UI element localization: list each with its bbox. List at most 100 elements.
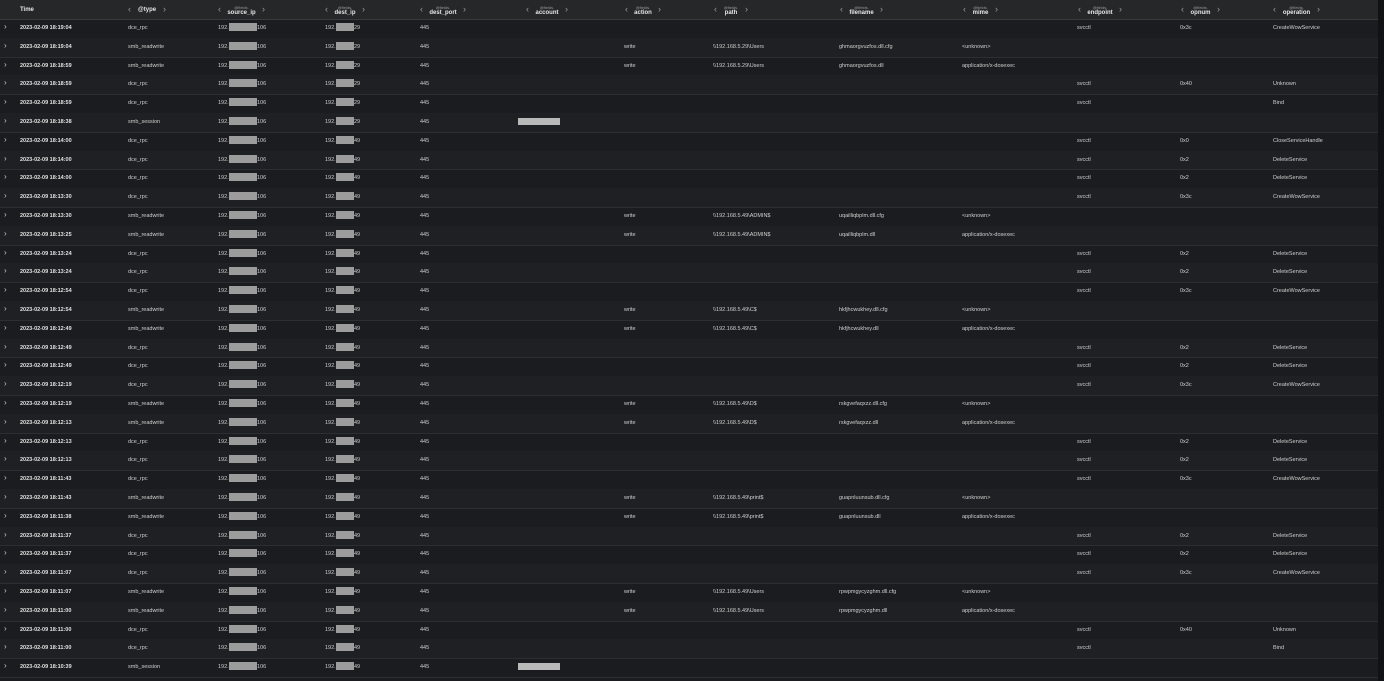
expand-row-icon[interactable]: › bbox=[4, 361, 7, 369]
table-row[interactable]: › 2023-02-09 18:13:25 smb_readwrite 445 writ… bbox=[0, 225, 1378, 246]
expand-row-icon[interactable]: › bbox=[4, 605, 7, 614]
column-header-operation[interactable]: ‹ › @fields. operation bbox=[1273, 0, 1320, 19]
table-row[interactable]: › 2023-02-09 18:18:38 smb_session 445 192. 10… bbox=[0, 113, 1378, 133]
column-header-dest_port[interactable]: ‹ › @fields. dest_port bbox=[420, 0, 466, 19]
table-row[interactable]: › 2023-02-09 18:11:00 dce_rpc 445 svcctl 0x40… bbox=[0, 621, 1378, 641]
table-row[interactable]: › 2023-02-09 18:12:19 smb_readwrite 445 writ… bbox=[0, 395, 1378, 415]
expand-row-icon[interactable]: › bbox=[4, 493, 7, 501]
table-row[interactable]: › 2023-02-09 18:13:24 dce_rpc 445 svcctl 0x2 D… bbox=[0, 263, 1378, 284]
table-row[interactable]: › 2023-02-09 18:12:13 dce_rpc 445 svcctl 0x2 D… bbox=[0, 433, 1378, 453]
cell-operation: DeleteService bbox=[1273, 457, 1308, 464]
expand-row-icon[interactable]: › bbox=[4, 286, 7, 294]
column-header-endpoint[interactable]: ‹ › @fields. endpoint bbox=[1078, 0, 1122, 19]
expand-row-icon[interactable]: › bbox=[4, 643, 7, 651]
expand-row-icon[interactable]: › bbox=[4, 79, 7, 87]
table-row[interactable]: › 2023-02-09 18:11:38 smb_readwrite 445 writ… bbox=[0, 508, 1378, 528]
column-header-source_ip[interactable]: ‹ › @fields. source_ip bbox=[218, 0, 265, 19]
expand-row-icon[interactable]: › bbox=[4, 568, 7, 576]
table-row[interactable]: › 2023-02-09 18:11:07 smb_readwrite 445 writ… bbox=[0, 583, 1378, 603]
column-header-action[interactable]: ‹ › @fields. action bbox=[625, 0, 661, 19]
vertical-scrollbar[interactable] bbox=[1378, 0, 1384, 681]
table-row[interactable]: › 2023-02-09 18:18:59 dce_rpc 445 svcctl 0x40… bbox=[0, 75, 1378, 96]
table-row[interactable]: › 2023-02-09 18:10:39 smb_session 445 192. 10… bbox=[0, 658, 1378, 678]
expand-row-icon[interactable]: › bbox=[4, 399, 7, 407]
source-ip-prefix: 192. bbox=[218, 645, 229, 652]
expand-row-icon[interactable]: › bbox=[4, 624, 7, 633]
expand-row-icon[interactable]: › bbox=[4, 474, 7, 482]
table-row[interactable]: › 2023-02-09 18:12:49 dce_rpc 445 svcctl 0x2 D… bbox=[0, 357, 1378, 378]
table-row[interactable]: › 2023-02-09 18:11:43 smb_readwrite 445 writ… bbox=[0, 489, 1378, 509]
expand-row-icon[interactable]: › bbox=[4, 342, 7, 351]
expand-row-icon[interactable]: › bbox=[4, 117, 7, 125]
table-row[interactable]: › 2023-02-09 18:19:04 dce_rpc 445 svcctl 0x3c… bbox=[0, 19, 1378, 39]
expand-row-icon[interactable]: › bbox=[4, 549, 7, 557]
expand-row-icon[interactable]: › bbox=[4, 511, 7, 520]
column-header-mime[interactable]: ‹ › @fields. mime bbox=[963, 0, 998, 19]
cell-time: 2023-02-09 18:14:00 bbox=[20, 137, 72, 144]
dest-ip-prefix: 192. bbox=[325, 81, 336, 88]
expand-row-icon[interactable]: › bbox=[4, 248, 7, 257]
expand-row-icon[interactable]: › bbox=[4, 192, 7, 200]
table-row[interactable]: › 2023-02-09 18:11:00 smb_readwrite 445 writ… bbox=[0, 601, 1378, 622]
expand-row-icon[interactable]: › bbox=[4, 455, 7, 463]
redaction-block bbox=[336, 323, 354, 332]
table-row[interactable]: › 2023-02-09 18:14:00 dce_rpc 445 svcctl 0x0 C… bbox=[0, 132, 1378, 152]
redaction-block bbox=[336, 643, 354, 652]
table-row[interactable]: › 2023-02-09 18:18:59 dce_rpc 445 svcctl Bind… bbox=[0, 94, 1378, 114]
cell-operation: DeleteService bbox=[1273, 156, 1308, 163]
cell-endpoint: svcctl bbox=[1077, 194, 1091, 201]
table-row[interactable]: › 2023-02-09 18:13:24 dce_rpc 445 svcctl 0x2 D… bbox=[0, 245, 1378, 265]
expand-row-icon[interactable]: › bbox=[4, 135, 7, 144]
source-ip-prefix: 192. bbox=[218, 607, 229, 614]
expand-row-icon[interactable]: › bbox=[4, 305, 7, 313]
table-row[interactable]: › 2023-02-09 18:19:04 smb_readwrite 445 writ… bbox=[0, 37, 1378, 58]
expand-row-icon[interactable]: › bbox=[4, 662, 7, 670]
expand-row-icon[interactable]: › bbox=[4, 436, 7, 445]
table-row[interactable]: › 2023-02-09 18:13:30 dce_rpc 445 svcctl 0x3c… bbox=[0, 188, 1378, 208]
expand-row-icon[interactable]: › bbox=[4, 530, 7, 539]
column-header-type[interactable]: ‹ › @type bbox=[128, 0, 166, 19]
table-row[interactable]: › 2023-02-09 18:11:37 dce_rpc 445 svcctl 0x2 D… bbox=[0, 545, 1378, 566]
expand-row-icon[interactable]: › bbox=[4, 380, 7, 388]
column-header-dest_ip[interactable]: ‹ › @fields. dest_ip bbox=[325, 0, 365, 19]
expand-row-icon[interactable]: › bbox=[4, 229, 7, 238]
expand-row-icon[interactable]: › bbox=[4, 267, 7, 275]
expand-row-icon[interactable]: › bbox=[4, 587, 7, 595]
column-header-account[interactable]: ‹ › @fields. account bbox=[526, 0, 568, 19]
cell-path: \\192.168.5.49\Users bbox=[713, 607, 765, 614]
expand-row-icon[interactable]: › bbox=[4, 41, 7, 50]
table-row[interactable]: › 2023-02-09 18:14:00 dce_rpc 445 svcctl 0x2 D… bbox=[0, 150, 1378, 171]
table-row[interactable]: › 2023-02-09 18:14:00 dce_rpc 445 svcctl 0x2 D… bbox=[0, 169, 1378, 190]
column-header-path[interactable]: ‹ › @fields. path bbox=[714, 0, 748, 19]
table-row[interactable]: › 2023-02-09 18:11:37 dce_rpc 445 svcctl 0x2 D… bbox=[0, 526, 1378, 547]
cell-operation: DeleteService bbox=[1273, 250, 1308, 257]
table-row[interactable]: › 2023-02-09 18:18:59 smb_readwrite 445 writ… bbox=[0, 57, 1378, 77]
table-row[interactable]: › 2023-02-09 18:12:54 smb_readwrite 445 writ… bbox=[0, 301, 1378, 321]
column-header-time[interactable]: Time bbox=[20, 7, 34, 13]
table-row[interactable]: › 2023-02-09 18:13:30 smb_readwrite 445 writ… bbox=[0, 207, 1378, 227]
table-row[interactable]: › 2023-02-09 18:11:00 dce_rpc 445 svcctl Bind… bbox=[0, 639, 1378, 660]
cell-dest-ip: 192. 29 bbox=[325, 79, 367, 88]
dest-ip-suffix: 29 bbox=[354, 119, 361, 125]
column-header-opnum[interactable]: ‹ › @fields. opnum bbox=[1181, 0, 1220, 19]
table-row[interactable]: › 2023-02-09 18:11:07 dce_rpc 445 svcctl 0x3c… bbox=[0, 564, 1378, 584]
table-row[interactable]: › 2023-02-09 18:12:49 smb_readwrite 445 writ… bbox=[0, 320, 1378, 340]
column-header-filename[interactable]: ‹ › @fields. filename bbox=[840, 0, 883, 19]
table-row[interactable]: › 2023-02-09 18:11:43 dce_rpc 445 svcctl 0x3c… bbox=[0, 470, 1378, 490]
expand-row-icon[interactable]: › bbox=[4, 60, 7, 69]
redaction-block bbox=[336, 342, 354, 351]
expand-row-icon[interactable]: › bbox=[4, 98, 7, 106]
expand-row-icon[interactable]: › bbox=[4, 323, 7, 332]
expand-row-icon[interactable]: › bbox=[4, 417, 7, 426]
cell-action: write bbox=[624, 401, 636, 407]
table-row[interactable]: › 2023-02-09 18:12:49 dce_rpc 445 svcctl 0x2 D… bbox=[0, 338, 1378, 359]
source-ip-suffix: 106 bbox=[257, 664, 267, 671]
expand-row-icon[interactable]: › bbox=[4, 173, 7, 181]
expand-row-icon[interactable]: › bbox=[4, 23, 7, 31]
expand-row-icon[interactable]: › bbox=[4, 211, 7, 219]
table-row[interactable]: › 2023-02-09 18:12:54 dce_rpc 445 svcctl 0x3c… bbox=[0, 282, 1378, 302]
table-row[interactable]: › 2023-02-09 18:12:13 dce_rpc 445 svcctl 0x2 D… bbox=[0, 451, 1378, 472]
table-row[interactable]: › 2023-02-09 18:12:19 dce_rpc 445 svcctl 0x3c… bbox=[0, 376, 1378, 396]
table-row[interactable]: › 2023-02-09 18:12:13 smb_readwrite 445 writ… bbox=[0, 413, 1378, 434]
expand-row-icon[interactable]: › bbox=[4, 154, 7, 163]
